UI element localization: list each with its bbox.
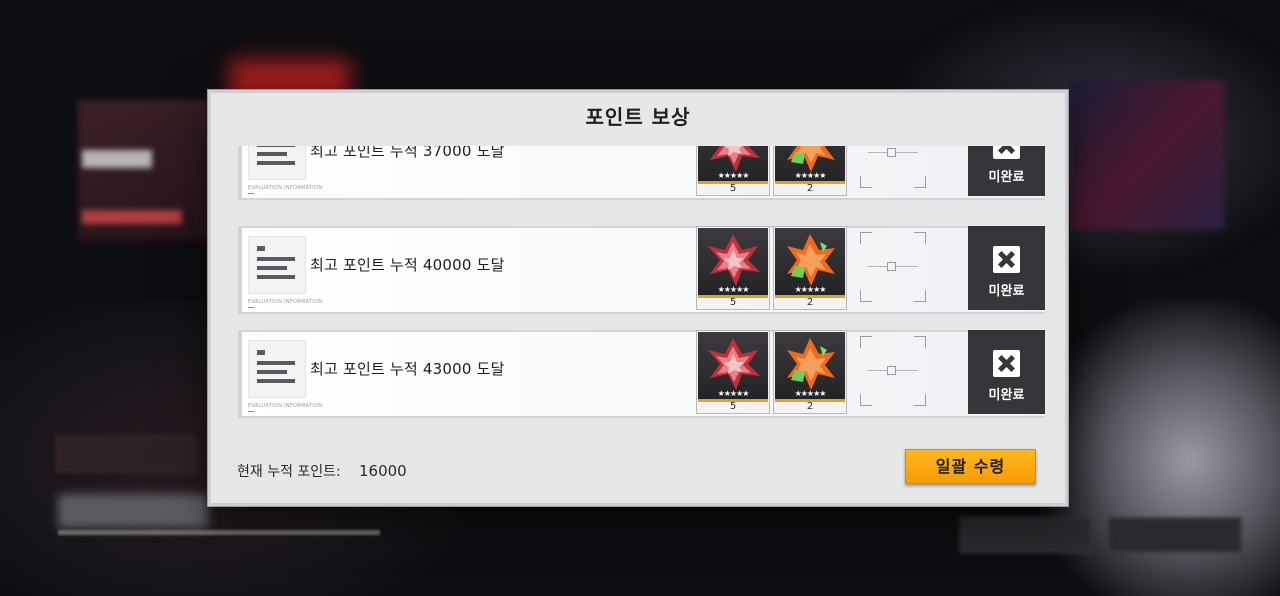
dialog-title: 포인트 보상 bbox=[585, 105, 691, 129]
status-incomplete-badge: 미완료 bbox=[968, 226, 1045, 310]
empty-reward-slot bbox=[860, 232, 926, 302]
current-points-label: 현재 누적 포인트: bbox=[237, 464, 341, 480]
reward-item-red-crystal[interactable]: ★★★★★ 5 bbox=[696, 226, 770, 310]
reward-list[interactable]: 최고 포인트 누적 37000 도달 EVALUATION INFORMATIO… bbox=[238, 146, 1045, 432]
background-text-blur bbox=[82, 150, 152, 168]
background-progress-bar bbox=[58, 530, 380, 535]
reward-item-red-crystal[interactable]: ★★★★★ 5 bbox=[696, 330, 770, 414]
reward-item-red-crystal[interactable]: ★★★★★ 5 bbox=[696, 146, 770, 196]
background-button bbox=[960, 517, 1092, 553]
evaluation-tag: EVALUATION INFORMATION bbox=[248, 299, 323, 305]
background-tab bbox=[56, 436, 196, 472]
reward-item-orange-crystal[interactable]: ★★★★★ 2 bbox=[773, 146, 847, 196]
point-reward-dialog: 포인트 보상 최고 포인트 누적 37000 도달 EVALUATION INF… bbox=[208, 90, 1068, 506]
reward-row: 최고 포인트 누적 40000 도달 EVALUATION INFORMATIO… bbox=[238, 226, 1045, 314]
reward-item-orange-crystal[interactable]: ★★★★★ 2 bbox=[773, 226, 847, 310]
status-incomplete-badge: 미완료 bbox=[968, 146, 1045, 196]
close-x-icon bbox=[993, 146, 1020, 159]
reward-quantity: 2 bbox=[806, 401, 814, 412]
rarity-stars: ★★★★★ bbox=[717, 389, 750, 398]
reward-condition-label: 최고 포인트 누적 43000 도달 bbox=[310, 360, 505, 378]
reward-quantity: 2 bbox=[806, 183, 814, 194]
status-incomplete-badge: 미완료 bbox=[968, 330, 1045, 414]
current-points-value: 16000 bbox=[359, 462, 407, 480]
rarity-stars: ★★★★★ bbox=[794, 389, 827, 398]
background-character-art bbox=[1070, 80, 1225, 230]
reward-row: 최고 포인트 누적 43000 도달 EVALUATION INFORMATIO… bbox=[238, 330, 1045, 418]
background-text-blur bbox=[82, 210, 182, 224]
background-button bbox=[1108, 517, 1242, 553]
background-title-blur bbox=[58, 494, 208, 528]
evaluation-tag: EVALUATION INFORMATION bbox=[248, 185, 323, 191]
document-icon bbox=[248, 236, 306, 294]
rarity-stars: ★★★★★ bbox=[717, 171, 750, 180]
document-icon bbox=[248, 146, 306, 180]
close-x-icon bbox=[993, 350, 1020, 377]
evaluation-tag: EVALUATION INFORMATION bbox=[248, 403, 323, 409]
rarity-stars: ★★★★★ bbox=[717, 285, 750, 294]
reward-condition-label: 최고 포인트 누적 40000 도달 bbox=[310, 256, 505, 274]
close-x-icon bbox=[993, 246, 1020, 273]
empty-reward-slot bbox=[860, 146, 926, 188]
status-label: 미완료 bbox=[988, 284, 1025, 299]
reward-quantity: 2 bbox=[806, 297, 814, 308]
status-label: 미완료 bbox=[988, 388, 1025, 403]
rarity-stars: ★★★★★ bbox=[794, 285, 827, 294]
rarity-stars: ★★★★★ bbox=[794, 171, 827, 180]
reward-item-orange-crystal[interactable]: ★★★★★ 2 bbox=[773, 330, 847, 414]
status-label: 미완료 bbox=[988, 170, 1025, 185]
reward-condition-label: 최고 포인트 누적 37000 도달 bbox=[310, 146, 505, 160]
reward-row: 최고 포인트 누적 37000 도달 EVALUATION INFORMATIO… bbox=[238, 146, 1045, 200]
claim-all-button[interactable]: 일괄 수령 bbox=[905, 449, 1036, 484]
empty-reward-slot bbox=[860, 336, 926, 406]
reward-quantity: 5 bbox=[729, 183, 737, 194]
document-icon bbox=[248, 340, 306, 398]
reward-quantity: 5 bbox=[729, 401, 737, 412]
background-event-card bbox=[78, 100, 213, 240]
reward-quantity: 5 bbox=[729, 297, 737, 308]
